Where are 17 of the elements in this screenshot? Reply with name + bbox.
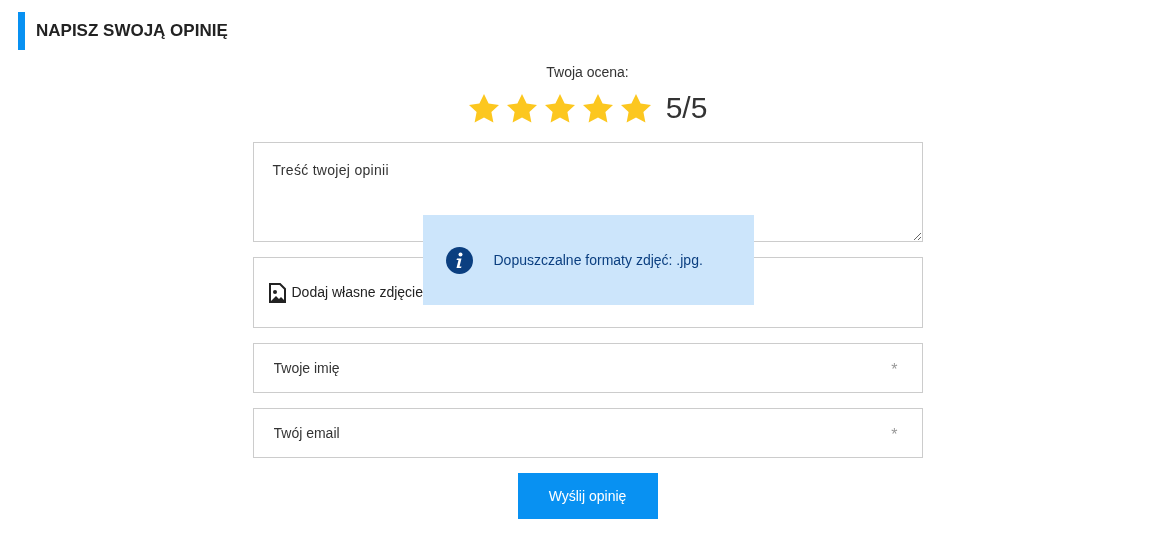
- filled-star-icon[interactable]: [581, 92, 614, 123]
- filled-star-icon[interactable]: [543, 92, 576, 123]
- image-file-icon: [267, 282, 286, 303]
- accent-bar: [18, 12, 25, 50]
- required-mark: *: [891, 360, 898, 380]
- info-text: Dopuszczalne formaty zdjęć: .jpg.: [493, 250, 703, 270]
- submit-button[interactable]: Wyślij opinię: [517, 473, 658, 519]
- review-field[interactable]: Treść twojej opinii: [252, 142, 923, 242]
- filled-star-icon[interactable]: [467, 92, 500, 123]
- filled-star-icon[interactable]: [619, 92, 652, 123]
- required-mark: *: [891, 425, 898, 445]
- filled-star-icon[interactable]: [505, 92, 538, 123]
- rating-label: Twoja ocena:: [546, 63, 629, 82]
- photo-upload-label: Dodaj własne zdjęcie: [291, 283, 424, 302]
- rating-value: 5/5: [665, 90, 708, 126]
- section-heading: NAPISZ SWOJĄ OPINIĘ: [36, 20, 228, 43]
- info-icon: [445, 246, 473, 274]
